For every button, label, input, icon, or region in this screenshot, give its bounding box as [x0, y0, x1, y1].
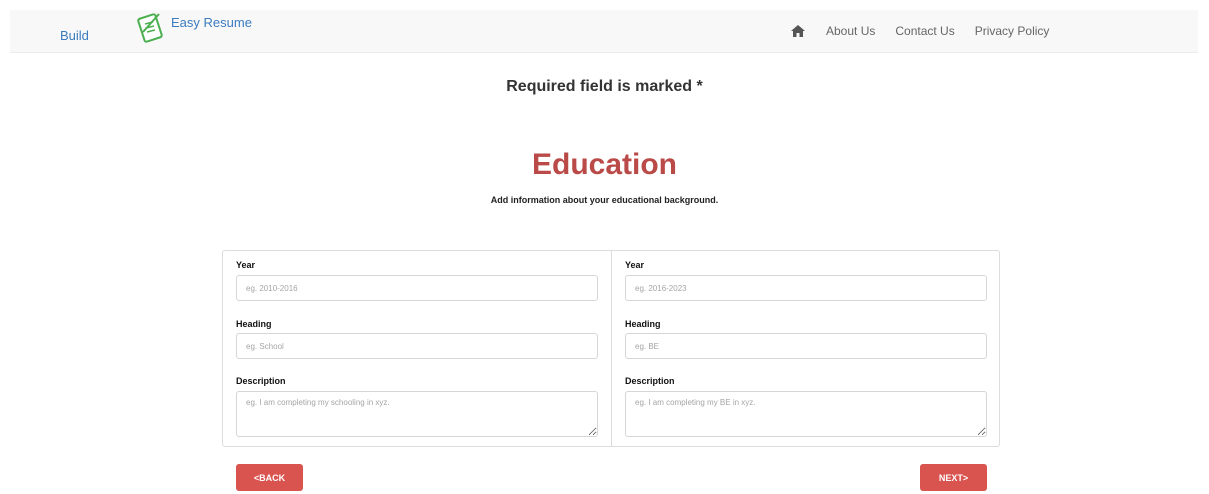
nav-contact-us[interactable]: Contact Us	[895, 24, 954, 38]
page-subtitle: Add information about your educational b…	[490, 195, 719, 205]
heading-input-1[interactable]	[236, 333, 598, 359]
description-label: Description	[236, 376, 286, 386]
description-label: Description	[625, 376, 675, 386]
description-textarea-2[interactable]	[625, 391, 987, 437]
required-field-note: Required field is marked *	[506, 78, 703, 95]
back-button[interactable]: <BACK	[236, 464, 303, 491]
description-textarea-1[interactable]	[236, 391, 598, 437]
education-form: Year Heading Description Year Heading De…	[222, 250, 1000, 447]
year-label: Year	[625, 260, 645, 270]
page-title: Education	[531, 148, 677, 181]
education-entry-1: Year Heading Description	[223, 251, 610, 446]
heading-label: Heading	[236, 319, 272, 329]
home-icon[interactable]	[790, 24, 806, 38]
year-input-1[interactable]	[236, 275, 598, 301]
nav-links: About Us Contact Us Privacy Policy	[790, 24, 1049, 38]
brand-name: Easy Resume	[171, 15, 252, 30]
next-button[interactable]: NEXT>	[920, 464, 987, 491]
year-input-2[interactable]	[625, 275, 987, 301]
nav-build-link[interactable]: Build	[60, 28, 89, 43]
heading-label: Heading	[625, 319, 661, 329]
resume-logo-icon	[137, 13, 163, 43]
nav-privacy-policy[interactable]: Privacy Policy	[975, 24, 1050, 38]
navbar: Build Easy Resume About Us Contact Us Pr…	[10, 10, 1198, 53]
education-entry-2: Year Heading Description	[611, 251, 999, 446]
year-label: Year	[236, 260, 256, 270]
nav-about-us[interactable]: About Us	[826, 24, 875, 38]
heading-input-2[interactable]	[625, 333, 987, 359]
